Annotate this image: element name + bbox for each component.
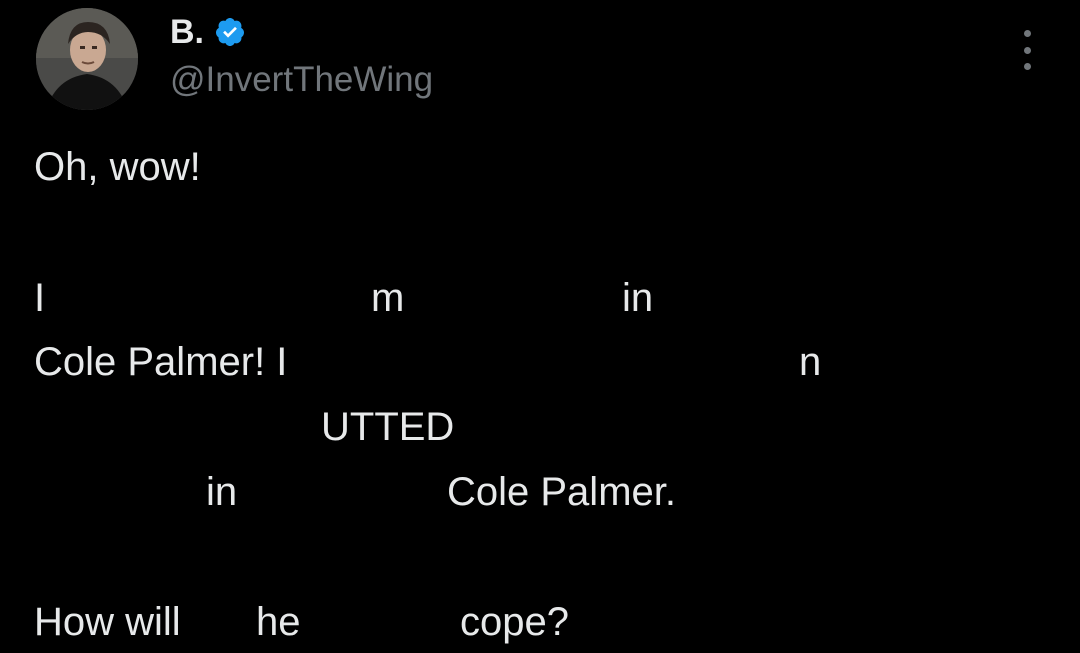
tweet-text-fragment: he (256, 600, 301, 644)
menu-dot (1023, 30, 1031, 37)
tweet-text-fragment: How will (34, 600, 181, 644)
verified-badge-icon (215, 18, 244, 46)
author-name-row: B. (170, 12, 246, 52)
avatar[interactable] (36, 8, 138, 110)
menu-dot (1023, 63, 1031, 70)
more-vertical-icon[interactable] (1012, 30, 1042, 70)
tweet-text-fragment: UTTED (321, 405, 455, 449)
tweet-text-line: Oh, wow! (34, 145, 201, 189)
tweet-card: B. @InvertTheWing Oh, wow! I m in Cole P… (0, 0, 1080, 653)
tweet-text-fragment: n (799, 340, 822, 384)
tweet-text-fragment: in (622, 276, 654, 320)
tweet-text-fragment: Cole Palmer! I (34, 340, 288, 384)
tweet-text-fragment: in (206, 470, 238, 514)
tweet-text-fragment: m (371, 276, 405, 320)
tweet-text-fragment: I (34, 276, 46, 320)
menu-dot (1023, 46, 1031, 54)
tweet-text-fragment: cope? (460, 600, 569, 644)
display-name[interactable]: B. (170, 12, 204, 52)
author-handle[interactable]: @InvertTheWing (170, 58, 433, 102)
tweet-text-fragment: Cole Palmer. (447, 470, 676, 514)
